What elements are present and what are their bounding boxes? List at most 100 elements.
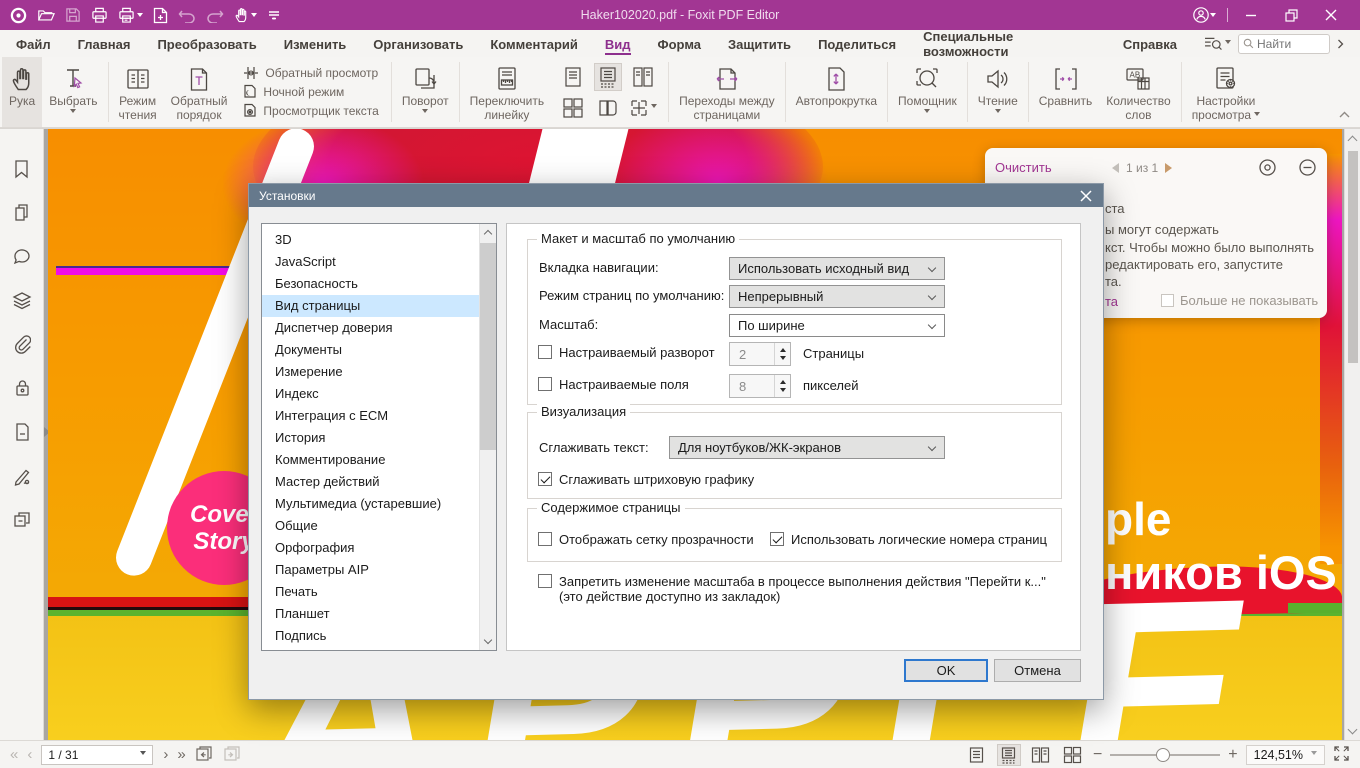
continuous-layout-button[interactable] — [594, 62, 623, 91]
pager-next-icon[interactable] — [1165, 163, 1177, 173]
continuous-view-button[interactable] — [996, 743, 1021, 766]
destinations-panel-icon[interactable] — [13, 422, 31, 445]
menu-home[interactable]: Главная — [78, 33, 131, 55]
pages-panel-icon[interactable] — [12, 203, 31, 226]
menu-share[interactable]: Поделиться — [818, 33, 896, 55]
undo-button[interactable] — [178, 8, 196, 23]
facing-continuous-view-button[interactable] — [1061, 744, 1085, 766]
facing-continuous-layout-button[interactable] — [559, 94, 587, 122]
prev-page-button[interactable]: ‹ — [27, 746, 32, 763]
account-button[interactable] — [1187, 0, 1221, 30]
bookmarks-panel-icon[interactable] — [12, 159, 31, 182]
hand-tool-dropdown-caret[interactable] — [251, 13, 257, 20]
category-action-wizard[interactable]: Мастер действий — [262, 471, 496, 493]
redo-button[interactable] — [206, 8, 224, 23]
custom-margins-spinner-buttons[interactable] — [774, 375, 790, 397]
category-3d[interactable]: 3D — [262, 229, 496, 251]
split-view-caret[interactable] — [651, 104, 658, 111]
open-file-button[interactable] — [37, 7, 55, 23]
attachments-panel-icon[interactable] — [13, 334, 31, 357]
select-tool-button[interactable]: Выбрать — [42, 57, 104, 127]
minimize-button[interactable] — [1234, 0, 1268, 30]
category-ecm-integration[interactable]: Интеграция с ECM — [262, 405, 496, 427]
read-aloud-dropdown-caret[interactable] — [994, 109, 1001, 116]
last-page-button[interactable]: » — [177, 746, 185, 763]
category-multimedia-legacy[interactable]: Мультимедиа (устаревшие) — [262, 493, 496, 515]
read-aloud-button[interactable]: Чтение — [971, 57, 1025, 127]
list-scrollbar-thumb[interactable] — [480, 243, 496, 450]
single-page-layout-button[interactable] — [559, 63, 587, 91]
zoom-level-field[interactable]: 124,51% — [1245, 744, 1325, 765]
text-viewer-button[interactable]: Просмотрщик текста — [243, 103, 379, 118]
menu-view[interactable]: Вид — [604, 33, 631, 55]
hand-tool-quick-button[interactable] — [234, 7, 257, 23]
category-spelling[interactable]: Орфография — [262, 537, 496, 559]
category-index[interactable]: Индекс — [262, 383, 496, 405]
custom-margins-checkbox[interactable] — [538, 377, 552, 391]
custom-spread-spinner-buttons[interactable] — [774, 343, 790, 365]
forbid-zoom-checkbox[interactable] — [538, 574, 552, 588]
search-menu-caret[interactable] — [1225, 40, 1231, 47]
layers-panel-icon[interactable] — [12, 290, 32, 313]
menu-protect[interactable]: Защитить — [728, 33, 791, 55]
read-mode-button[interactable]: Режим чтения — [112, 57, 164, 127]
scrollbar-thumb[interactable] — [1348, 151, 1358, 363]
first-page-button[interactable]: « — [10, 746, 18, 763]
print-button[interactable] — [91, 7, 108, 23]
category-tablet[interactable]: Планшет — [262, 603, 496, 625]
cancel-button[interactable]: Отмена — [994, 659, 1081, 682]
reverse-order-button[interactable]: Обратный порядок — [164, 57, 235, 127]
fullscreen-button[interactable] — [1333, 745, 1350, 765]
custom-spread-spinner[interactable]: 2 — [729, 342, 791, 366]
category-page-view[interactable]: Вид страницы — [262, 295, 496, 317]
view-settings-caret[interactable] — [1254, 112, 1261, 119]
facing-layout-button[interactable] — [629, 63, 657, 91]
account-dropdown-caret[interactable] — [1210, 13, 1216, 20]
facing-view-button[interactable] — [1029, 744, 1053, 766]
notification-settings-gear-icon[interactable] — [1258, 158, 1277, 180]
split-view-button[interactable] — [629, 94, 658, 122]
custom-margins-spinner[interactable]: 8 — [729, 374, 791, 398]
list-scroll-up-arrow[interactable] — [483, 229, 493, 239]
category-trust-manager[interactable]: Диспетчер доверия — [262, 317, 496, 339]
logical-numbers-checkbox[interactable] — [770, 532, 784, 546]
menu-help[interactable]: Справка — [1123, 33, 1177, 55]
word-count-button[interactable]: AB Количество слов — [1099, 57, 1177, 127]
category-history[interactable]: История — [262, 427, 496, 449]
book-view-button[interactable] — [594, 94, 622, 122]
page-number-field[interactable]: 1 / 31 — [41, 744, 154, 765]
zoom-in-button[interactable]: + — [1228, 746, 1237, 762]
category-commenting[interactable]: Комментирование — [262, 449, 496, 471]
night-mode-button[interactable]: Ночной режим — [243, 84, 378, 99]
list-scroll-down-arrow[interactable] — [483, 635, 493, 645]
search-expand-arrow[interactable] — [1337, 39, 1344, 49]
save-button[interactable] — [65, 7, 81, 23]
select-dropdown-caret[interactable] — [70, 109, 77, 116]
search-input[interactable] — [1257, 36, 1319, 51]
category-print[interactable]: Печать — [262, 581, 496, 603]
page-transitions-button[interactable]: Переходы между страницами — [672, 57, 781, 127]
print-dropdown-caret[interactable] — [137, 13, 143, 20]
new-document-button[interactable] — [153, 7, 168, 24]
page-mode-select[interactable]: Непрерывный — [729, 285, 945, 308]
category-javascript[interactable]: JavaScript — [262, 251, 496, 273]
comments-panel-icon[interactable] — [12, 247, 32, 269]
compare-button[interactable]: Сравнить — [1032, 57, 1099, 127]
collapse-ribbon-button[interactable] — [1339, 106, 1350, 121]
nav-tab-select[interactable]: Использовать исходный вид — [729, 257, 945, 280]
close-button[interactable] — [1314, 0, 1348, 30]
smooth-line-art-checkbox[interactable] — [538, 472, 552, 486]
assistant-button[interactable]: Помощник — [891, 57, 964, 127]
menu-form[interactable]: Форма — [658, 33, 701, 55]
zoom-slider[interactable] — [1110, 747, 1221, 762]
custom-spread-checkbox[interactable] — [538, 345, 552, 359]
print-current-page-button[interactable] — [118, 7, 143, 23]
security-panel-icon[interactable] — [13, 378, 31, 401]
reverse-view-button[interactable]: Обратный просмотр — [243, 66, 378, 80]
scroll-down-arrow[interactable] — [1347, 724, 1358, 735]
search-menu-button[interactable] — [1204, 36, 1231, 51]
previous-view-button[interactable] — [195, 745, 213, 765]
restore-button[interactable] — [1274, 0, 1308, 30]
single-page-view-button[interactable] — [965, 744, 989, 766]
next-view-button[interactable] — [223, 745, 241, 765]
